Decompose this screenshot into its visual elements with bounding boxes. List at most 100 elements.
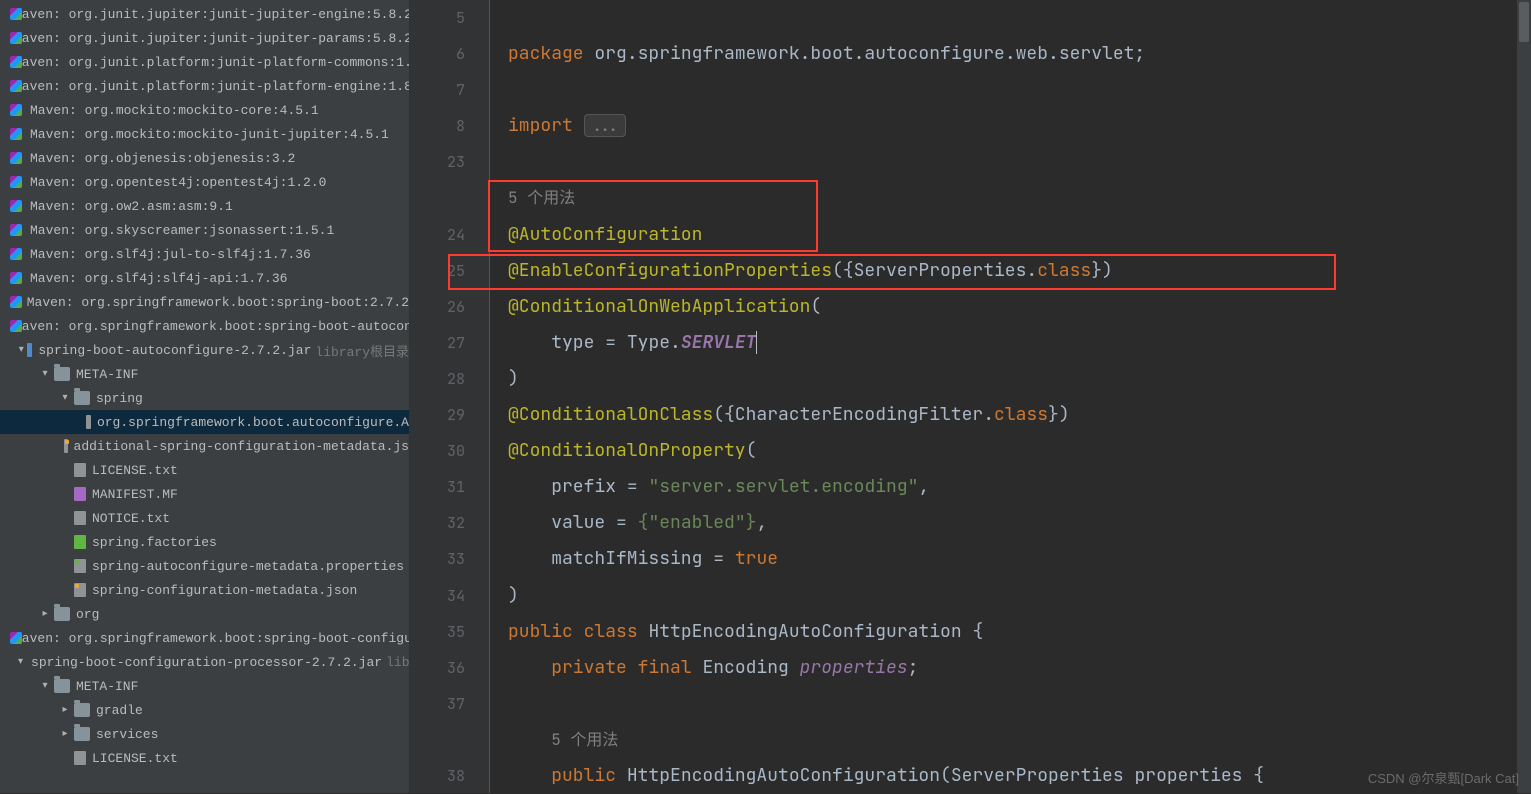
line-number[interactable]: 24 — [410, 217, 465, 253]
library-item[interactable]: Maven: org.mockito:mockito-core:4.5.1 — [0, 98, 409, 122]
line-number[interactable]: 5 — [410, 0, 465, 36]
expand-arrow-icon[interactable] — [58, 391, 72, 405]
line-number[interactable]: 23 — [410, 144, 465, 180]
folder-meta-inf[interactable]: META-INF — [0, 362, 409, 386]
line-number[interactable]: 37 — [410, 686, 465, 722]
import-collapsed[interactable]: ... — [584, 114, 627, 137]
library-item[interactable]: Maven: org.springframework.boot:spring-b… — [0, 626, 409, 650]
scrollbar-thumb[interactable] — [1519, 2, 1529, 42]
expand-arrow-icon[interactable] — [18, 343, 25, 357]
package-path: org.springframework.boot.autoconfigure.w… — [594, 42, 1134, 65]
line-number[interactable]: 33 — [410, 541, 465, 577]
file-autoconfigure-imports[interactable]: org.springframework.boot.autoconfigure.A — [0, 410, 409, 434]
line-number[interactable]: 26 — [410, 289, 465, 325]
expand-arrow-icon[interactable] — [38, 607, 52, 621]
project-tree[interactable]: Maven: org.junit.jupiter:junit-jupiter-e… — [0, 0, 410, 793]
folder-services[interactable]: services — [0, 722, 409, 746]
library-label: Maven: org.opentest4j:opentest4j:1.2.0 — [30, 175, 326, 190]
annotation-condweb: @ConditionalOnWebApplication — [508, 295, 810, 318]
expand-arrow-icon[interactable] — [38, 367, 52, 381]
keyword-import: import — [508, 114, 573, 137]
library-item[interactable]: Maven: org.junit.platform:junit-platform… — [0, 74, 409, 98]
library-item[interactable]: Maven: org.junit.jupiter:junit-jupiter-e… — [0, 2, 409, 26]
folder-icon — [74, 703, 90, 717]
param-type: ServerProperties — [951, 764, 1124, 787]
line-number[interactable]: 29 — [410, 397, 465, 433]
type-encoding: Encoding — [702, 656, 788, 679]
line-number[interactable]: 7 — [410, 72, 465, 108]
file-label: LICENSE.txt — [92, 751, 178, 766]
library-icon — [8, 246, 24, 262]
folder-icon — [54, 367, 70, 381]
keyword-class: class — [994, 403, 1048, 426]
manifest-file-icon — [74, 487, 86, 501]
line-number[interactable]: 35 — [410, 614, 465, 650]
file-manifest[interactable]: MANIFEST.MF — [0, 482, 409, 506]
line-number[interactable] — [410, 180, 465, 216]
library-item[interactable]: Maven: org.slf4j:slf4j-api:1.7.36 — [0, 266, 409, 290]
expand-arrow-icon[interactable] — [58, 703, 72, 717]
library-icon — [8, 222, 24, 238]
line-number[interactable]: 34 — [410, 578, 465, 614]
expand-arrow-icon[interactable] — [58, 727, 72, 741]
file-license[interactable]: LICENSE.txt — [0, 458, 409, 482]
jar-icon — [27, 343, 33, 357]
jar-node[interactable]: spring-boot-configuration-processor-2.7.… — [0, 650, 409, 674]
library-item[interactable]: Maven: org.objenesis:objenesis:3.2 — [0, 146, 409, 170]
properties-file-icon — [74, 559, 86, 573]
file-notice[interactable]: NOTICE.txt — [0, 506, 409, 530]
line-number[interactable]: 38 — [410, 758, 465, 794]
library-item[interactable]: Maven: org.junit.platform:junit-platform… — [0, 50, 409, 74]
expand-arrow-icon[interactable] — [18, 655, 23, 669]
folder-org[interactable]: org — [0, 602, 409, 626]
annotation-autoconfig: @AutoConfiguration — [508, 223, 702, 246]
library-item[interactable]: Maven: org.skyscreamer:jsonassert:1.5.1 — [0, 218, 409, 242]
folder-gradle[interactable]: gradle — [0, 698, 409, 722]
usages-inlay[interactable]: 5 个用法 — [508, 187, 575, 208]
keyword-class: class — [1037, 259, 1091, 282]
folder-icon — [74, 391, 90, 405]
file-license[interactable]: LICENSE.txt — [0, 746, 409, 770]
gutter[interactable]: 5 6 7 8 23 24 25 26 27 28 29 30 31 32 33… — [410, 0, 490, 793]
folder-meta-inf[interactable]: META-INF — [0, 674, 409, 698]
library-item[interactable]: Maven: org.springframework.boot:spring-b… — [0, 314, 409, 338]
folder-spring[interactable]: spring — [0, 386, 409, 410]
line-number[interactable]: 30 — [410, 433, 465, 469]
library-item[interactable]: Maven: org.junit.jupiter:junit-jupiter-p… — [0, 26, 409, 50]
library-item[interactable]: Maven: org.springframework.boot:spring-b… — [0, 290, 409, 314]
code-area[interactable]: package org.springframework.boot.autocon… — [490, 0, 1531, 793]
keyword-package: package — [508, 42, 584, 65]
jar-suffix: libr — [386, 655, 410, 670]
library-item[interactable]: Maven: org.ow2.asm:asm:9.1 — [0, 194, 409, 218]
library-label: Maven: org.ow2.asm:asm:9.1 — [30, 199, 233, 214]
file-config-metadata[interactable]: spring-configuration-metadata.json — [0, 578, 409, 602]
line-number[interactable]: 32 — [410, 505, 465, 541]
library-item[interactable]: Maven: org.mockito:mockito-junit-jupiter… — [0, 122, 409, 146]
expand-arrow-icon[interactable] — [38, 679, 52, 693]
folder-label: services — [96, 727, 158, 742]
jar-node[interactable]: spring-boot-autoconfigure-2.7.2.jar libr… — [0, 338, 409, 362]
file-autoconfigure-props[interactable]: spring-autoconfigure-metadata.properties — [0, 554, 409, 578]
line-number[interactable]: 31 — [410, 469, 465, 505]
library-label: Maven: org.springframework.boot:spring-b… — [27, 295, 409, 310]
file-label: spring.factories — [92, 535, 217, 550]
folder-label: org — [76, 607, 99, 622]
line-number[interactable]: 25 — [410, 253, 465, 289]
line-number[interactable]: 36 — [410, 650, 465, 686]
file-additional-metadata[interactable]: additional-spring-configuration-metadata… — [0, 434, 409, 458]
line-number[interactable]: 8 — [410, 108, 465, 144]
library-item[interactable]: Maven: org.slf4j:jul-to-slf4j:1.7.36 — [0, 242, 409, 266]
file-label: MANIFEST.MF — [92, 487, 178, 502]
usages-inlay[interactable]: 5 个用法 — [551, 729, 618, 750]
line-number[interactable]: 27 — [410, 325, 465, 361]
line-number[interactable] — [410, 722, 465, 758]
file-label: LICENSE.txt — [92, 463, 178, 478]
string-value: {"enabled"} — [638, 511, 757, 534]
file-spring-factories[interactable]: spring.factories — [0, 530, 409, 554]
code-editor[interactable]: 5 6 7 8 23 24 25 26 27 28 29 30 31 32 33… — [410, 0, 1531, 793]
editor-scrollbar[interactable] — [1517, 0, 1531, 793]
library-item[interactable]: Maven: org.opentest4j:opentest4j:1.2.0 — [0, 170, 409, 194]
line-number[interactable]: 28 — [410, 361, 465, 397]
library-label: Maven: org.slf4j:jul-to-slf4j:1.7.36 — [30, 247, 311, 262]
line-number[interactable]: 6 — [410, 36, 465, 72]
